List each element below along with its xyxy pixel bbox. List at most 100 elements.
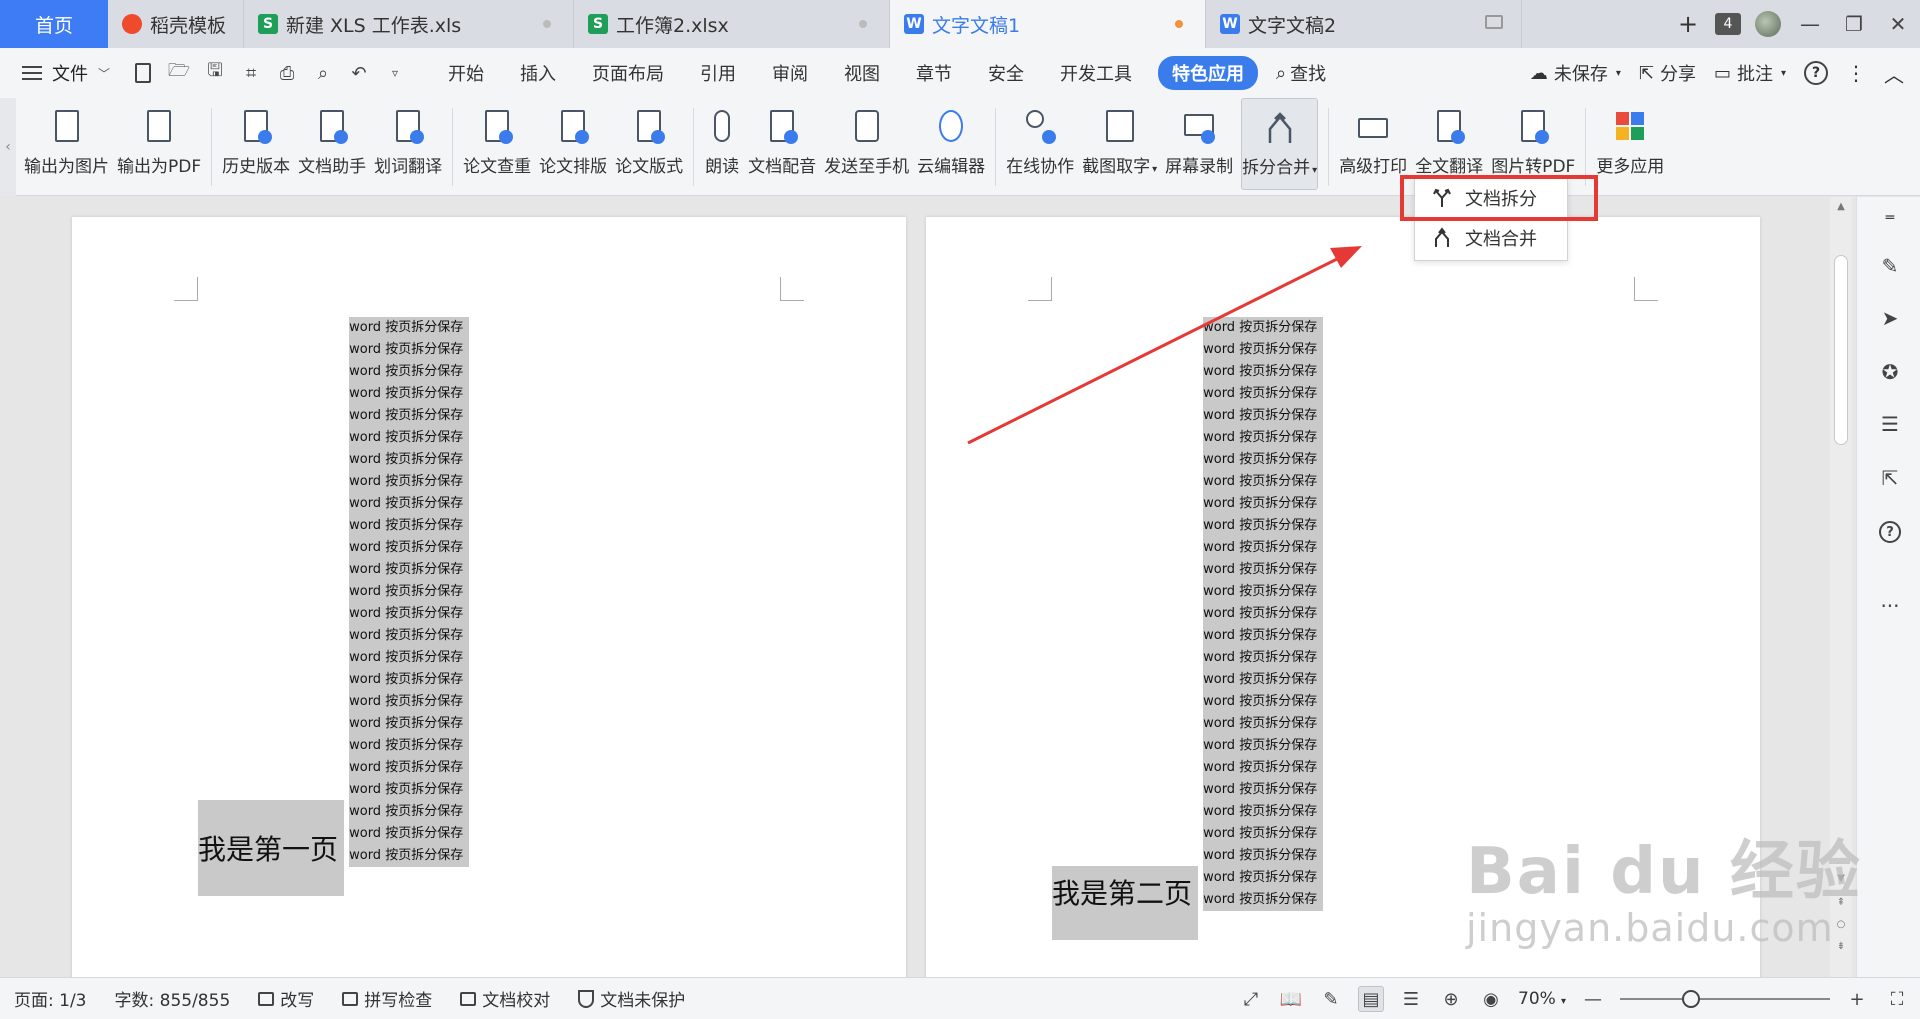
paper-check-button[interactable]: 论文查重: [463, 98, 531, 190]
tab-document2[interactable]: W 文字文稿2: [1206, 0, 1522, 48]
scroll-down-icon[interactable]: ▼: [1830, 873, 1852, 884]
page-view-icon[interactable]: ▤: [1358, 986, 1384, 1012]
page-1[interactable]: 我是第一页 word 按页拆分保存 word 按页拆分保存 word 按页拆分保存 w…: [72, 217, 906, 977]
tab-document1[interactable]: W 文字文稿1: [890, 0, 1206, 48]
prev-page-icon[interactable]: ⇞: [1830, 897, 1852, 908]
doc-proofread[interactable]: 文档校对: [446, 986, 564, 1011]
document-canvas[interactable]: 我是第一页 word 按页拆分保存 word 按页拆分保存 word 按页拆分保存 w…: [0, 197, 1830, 977]
history-version-button[interactable]: 历史版本: [222, 98, 290, 190]
word-count[interactable]: 字数: 855/855: [101, 986, 245, 1011]
read-aloud-button[interactable]: 朗读: [704, 98, 740, 190]
zoom-slider-knob[interactable]: [1682, 990, 1700, 1008]
screenshot-ocr-button[interactable]: 截图取字 ▾: [1082, 98, 1157, 190]
format-painter-icon[interactable]: ⌗: [236, 58, 266, 88]
fullscreen-icon[interactable]: ⤢: [1238, 986, 1264, 1012]
tab-home[interactable]: 首页: [0, 0, 108, 48]
more-horizontal-icon[interactable]: ···: [1877, 593, 1903, 619]
menu-developer[interactable]: 开发工具: [1042, 60, 1150, 86]
unsaved-button[interactable]: ☁ 未保存 ▾: [1530, 60, 1621, 86]
page-content[interactable]: 我是第二页 word 按页拆分保存 word 按页拆分保存 word 按页拆分保存 w…: [1052, 317, 1324, 940]
ribbon-scroll-left-icon[interactable]: ‹: [0, 98, 16, 196]
minimize-button[interactable]: —: [1788, 4, 1832, 44]
menu-security[interactable]: 安全: [970, 60, 1042, 86]
export-pdf-button[interactable]: 输出为PDF: [117, 98, 201, 190]
send-to-phone-button[interactable]: 发送至手机: [824, 98, 909, 190]
help-icon[interactable]: ?: [1804, 61, 1828, 85]
close-dot-icon[interactable]: [859, 20, 867, 28]
menu-sections[interactable]: 章节: [898, 60, 970, 86]
close-dot-icon[interactable]: [543, 20, 551, 28]
menu-page-layout[interactable]: 页面布局: [574, 60, 682, 86]
search-button[interactable]: ⌕ 查找: [1266, 60, 1344, 86]
help-circle-icon[interactable]: ?: [1877, 519, 1903, 545]
badge-icon[interactable]: ✪: [1877, 359, 1903, 385]
menu-review[interactable]: 审阅: [754, 60, 826, 86]
zoom-level[interactable]: 70% ▾: [1518, 989, 1566, 1009]
doc-dubbing-button[interactable]: 文档配音: [748, 98, 816, 190]
tab-daoke-templates[interactable]: 稻壳模板: [108, 0, 244, 48]
sliders-icon[interactable]: ☰: [1877, 411, 1903, 437]
collapse-ribbon-icon[interactable]: ︿: [1884, 59, 1904, 88]
menu-insert[interactable]: 插入: [502, 60, 574, 86]
print-icon[interactable]: ⎙: [272, 58, 302, 88]
screen-record-button[interactable]: 屏幕录制: [1165, 98, 1233, 190]
pen-icon[interactable]: ✎: [1877, 253, 1903, 279]
menu-home[interactable]: 开始: [430, 60, 502, 86]
web-view-icon[interactable]: ⊕: [1438, 986, 1464, 1012]
menu-special-apps[interactable]: 特色应用: [1158, 56, 1259, 90]
select-browse-icon[interactable]: ○: [1830, 919, 1852, 930]
zoom-slider[interactable]: [1620, 990, 1830, 1008]
tab-workbook2[interactable]: S 工作簿2.xlsx: [574, 0, 890, 48]
avatar-button[interactable]: [1748, 4, 1788, 44]
window-count-button[interactable]: 4: [1708, 4, 1748, 44]
menu-view[interactable]: 视图: [826, 60, 898, 86]
share-button[interactable]: ⇱ 分享: [1639, 60, 1696, 86]
scroll-top-icon[interactable]: ▲: [1830, 201, 1852, 212]
more-apps-button[interactable]: 更多应用: [1596, 98, 1664, 190]
customize-dropdown-icon[interactable]: ▿: [380, 58, 410, 88]
share-out-icon[interactable]: ⇱: [1877, 465, 1903, 491]
fit-window-icon[interactable]: ⛶: [1884, 986, 1910, 1012]
print-preview-icon[interactable]: ⌕: [308, 58, 338, 88]
undo-icon[interactable]: ↶: [344, 58, 374, 88]
monitor-icon[interactable]: [1485, 15, 1503, 29]
overwrite-mode[interactable]: 改写: [244, 986, 328, 1011]
sidebar-collapse-icon[interactable]: ═: [1877, 205, 1903, 231]
open-folder-icon[interactable]: 🗁: [164, 58, 194, 88]
split-merge-button[interactable]: 拆分合并 ▾: [1241, 98, 1319, 190]
cloud-editor-button[interactable]: 云编辑器: [917, 98, 985, 190]
doc-merge-item[interactable]: 文档合并: [1415, 218, 1567, 258]
vertical-scrollbar[interactable]: ▲ ▼ ⇞ ○ ⇟: [1830, 197, 1852, 977]
page-2[interactable]: 我是第二页 word 按页拆分保存 word 按页拆分保存 word 按页拆分保存 w…: [926, 217, 1760, 977]
tab-new-xls[interactable]: S 新建 XLS 工作表.xls: [244, 0, 574, 48]
eye-care-icon[interactable]: ◉: [1478, 986, 1504, 1012]
advanced-print-button[interactable]: 高级打印: [1339, 98, 1407, 190]
cursor-icon[interactable]: ➤: [1877, 305, 1903, 331]
doc-assistant-button[interactable]: 文档助手: [298, 98, 366, 190]
menu-references[interactable]: 引用: [682, 60, 754, 86]
page-indicator[interactable]: 页面: 1/3: [0, 986, 101, 1011]
page-content[interactable]: 我是第一页 word 按页拆分保存 word 按页拆分保存 word 按页拆分保存 w…: [198, 317, 470, 896]
edit-mode-icon[interactable]: ✎: [1318, 986, 1344, 1012]
file-menu[interactable]: 文件 ﹀: [0, 60, 110, 86]
annotate-button[interactable]: ▭ 批注 ▾: [1714, 60, 1786, 86]
new-doc-icon[interactable]: [128, 58, 158, 88]
reading-mode-icon[interactable]: 📖: [1278, 986, 1304, 1012]
paper-layout-button[interactable]: 论文排版: [539, 98, 607, 190]
next-page-icon[interactable]: ⇟: [1830, 941, 1852, 952]
export-image-button[interactable]: 输出为图片: [24, 98, 109, 190]
restore-button[interactable]: ❐: [1832, 4, 1876, 44]
word-translate-button[interactable]: 划词翻译: [374, 98, 442, 190]
new-tab-button[interactable]: +: [1668, 4, 1708, 44]
zoom-out-icon[interactable]: —: [1580, 986, 1606, 1012]
scroll-thumb[interactable]: [1834, 255, 1848, 445]
spell-check[interactable]: 拼写检查: [328, 986, 446, 1011]
outline-view-icon[interactable]: ☰: [1398, 986, 1424, 1012]
close-window-button[interactable]: ✕: [1876, 4, 1920, 44]
zoom-in-icon[interactable]: +: [1844, 986, 1870, 1012]
save-icon[interactable]: 🖫: [200, 58, 230, 88]
more-vertical-icon[interactable]: ⋮: [1846, 61, 1866, 85]
unsaved-dot-icon[interactable]: [1175, 20, 1183, 28]
paper-format-button[interactable]: 论文版式: [615, 98, 683, 190]
online-collab-button[interactable]: 在线协作: [1006, 98, 1074, 190]
